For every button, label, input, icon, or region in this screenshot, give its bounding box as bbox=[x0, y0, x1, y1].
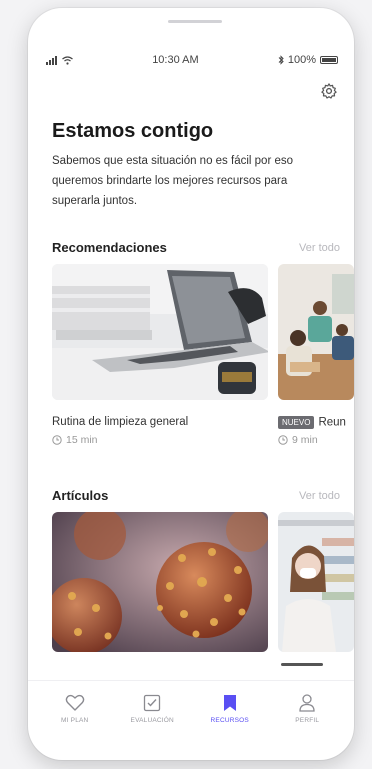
recommendation-meta-2: 9 min bbox=[278, 434, 318, 446]
phone-frame: 10:30 AM 100% Estamos contigo Sabemos qu… bbox=[28, 8, 354, 760]
signal-icon bbox=[46, 55, 57, 65]
recommendation-meta-1: 15 min bbox=[52, 434, 98, 446]
page-title: Estamos contigo bbox=[52, 120, 214, 142]
scroll-indicator bbox=[281, 663, 323, 666]
recommendation-duration-2: 9 min bbox=[292, 434, 318, 446]
articles-see-all-link[interactable]: Ver todo bbox=[299, 490, 340, 502]
laptop-desk-image bbox=[52, 264, 268, 400]
user-icon bbox=[299, 694, 315, 712]
recommendation-title-2[interactable]: NUEVO Reun bbox=[278, 416, 346, 429]
settings-button[interactable] bbox=[318, 80, 340, 102]
recommendations-see-all-link[interactable]: Ver todo bbox=[299, 242, 340, 254]
recommendation-title-2-text: Reun bbox=[318, 416, 346, 429]
speaker-notch bbox=[168, 20, 222, 23]
new-badge: NUEVO bbox=[278, 416, 315, 429]
tab-recursos-label: RECURSOS bbox=[210, 717, 249, 724]
battery-icon bbox=[320, 56, 338, 64]
recommendation-duration-1: 15 min bbox=[66, 434, 98, 446]
tab-evaluacion-label: EVALUACIÓN bbox=[130, 717, 174, 724]
tab-mi-plan[interactable]: MI PLAN bbox=[42, 694, 108, 724]
intro-text: Sabemos que esta situación no es fácil p… bbox=[52, 155, 294, 207]
article-card-image-1[interactable] bbox=[52, 512, 268, 652]
tab-perfil[interactable]: PERFIL bbox=[274, 694, 340, 724]
woman-mask-store-image bbox=[278, 512, 354, 652]
tab-evaluacion[interactable]: EVALUACIÓN bbox=[119, 694, 185, 724]
article-card-image-2[interactable] bbox=[278, 512, 354, 652]
checklist-icon bbox=[144, 694, 161, 712]
recommendation-card-image-1[interactable] bbox=[52, 264, 268, 400]
clock-icon bbox=[278, 435, 288, 445]
status-bar: 10:30 AM 100% bbox=[46, 52, 338, 68]
heart-icon bbox=[65, 694, 85, 711]
recommendation-card-image-2[interactable] bbox=[278, 264, 354, 400]
people-meeting-image bbox=[278, 264, 354, 400]
bluetooth-icon bbox=[278, 55, 284, 65]
articles-heading: Artículos bbox=[52, 488, 109, 503]
tab-perfil-label: PERFIL bbox=[295, 717, 320, 724]
bottom-tab-bar: MI PLAN EVALUACIÓN RECURSOS PERFIL bbox=[28, 680, 354, 737]
clock-icon bbox=[52, 435, 62, 445]
bookmark-icon bbox=[223, 695, 236, 711]
battery-percent: 100% bbox=[287, 54, 316, 66]
recommendations-header: Recomendaciones Ver todo bbox=[52, 240, 340, 255]
tab-mi-plan-label: MI PLAN bbox=[61, 717, 89, 724]
recommendation-title-1[interactable]: Rutina de limpieza general bbox=[52, 416, 188, 428]
articles-header: Artículos Ver todo bbox=[52, 488, 340, 503]
status-time: 10:30 AM bbox=[152, 54, 199, 66]
gear-icon bbox=[321, 83, 337, 99]
virus-image bbox=[52, 512, 268, 652]
recommendations-heading: Recomendaciones bbox=[52, 240, 167, 255]
tab-recursos[interactable]: RECURSOS bbox=[197, 694, 263, 724]
wifi-icon bbox=[62, 55, 73, 65]
